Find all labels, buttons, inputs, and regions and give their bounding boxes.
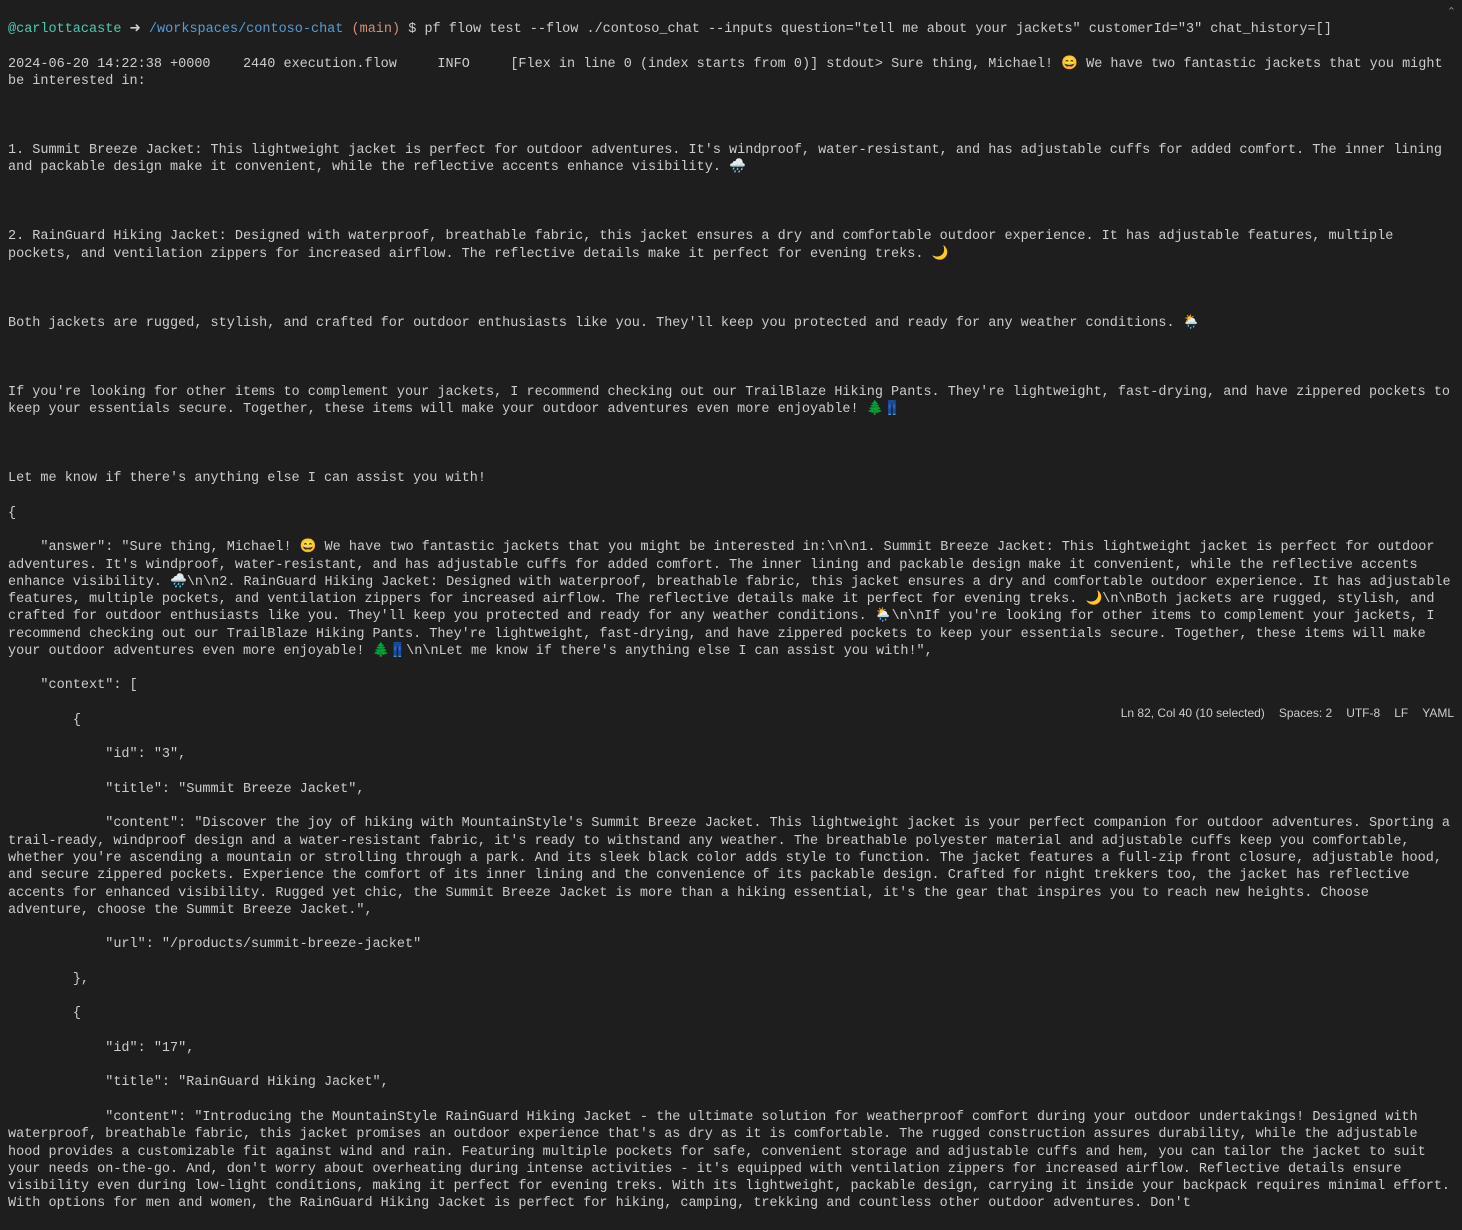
prompt-line: @carlottacaste ➜ /workspaces/contoso-cha…	[8, 21, 1454, 38]
log-header: 2024-06-20 14:22:38 +0000 2440 execution…	[8, 56, 1454, 91]
status-eol[interactable]: LF	[1394, 706, 1408, 721]
output-paragraph-4: If you're looking for other items to com…	[8, 384, 1454, 419]
json-item1-url: "url": "/products/summit-breeze-jacket"	[8, 936, 1454, 953]
blank-line	[8, 280, 1454, 297]
log-level: INFO	[437, 57, 469, 72]
json-context-open: "context": [	[8, 677, 1454, 694]
log-pid: 2440	[243, 57, 275, 72]
status-encoding[interactable]: UTF-8	[1346, 706, 1380, 721]
blank-line	[8, 349, 1454, 366]
prompt-path: /workspaces/contoso-chat	[149, 22, 343, 37]
json-item1-content: "content": "Discover the joy of hiking w…	[8, 815, 1454, 919]
blank-line	[8, 436, 1454, 453]
scroll-up-icon[interactable]: ⌃	[1447, 6, 1456, 20]
prompt-branch-open: (	[352, 22, 360, 37]
command-text: pf flow test --flow ./contoso_chat --inp…	[424, 22, 1331, 37]
json-item1-close: },	[8, 971, 1454, 988]
json-item1-title: "title": "Summit Breeze Jacket",	[8, 781, 1454, 798]
log-prefix: [Flex in line 0 (index starts from 0)] s…	[510, 57, 891, 72]
prompt-username: @carlottacaste	[8, 22, 121, 37]
prompt-branch: main	[360, 22, 392, 37]
output-paragraph-3: Both jackets are rugged, stylish, and cr…	[8, 315, 1454, 332]
json-item2-title: "title": "RainGuard Hiking Jacket",	[8, 1074, 1454, 1091]
json-item2-open: {	[8, 1005, 1454, 1022]
log-module: execution.flow	[283, 57, 396, 72]
json-answer: "answer": "Sure thing, Michael! 😄 We hav…	[8, 539, 1454, 660]
status-lang[interactable]: YAML	[1422, 706, 1454, 721]
status-ln-col[interactable]: Ln 82, Col 40 (10 selected)	[1121, 706, 1265, 721]
terminal-output[interactable]: @carlottacaste ➜ /workspaces/contoso-cha…	[8, 4, 1454, 1230]
status-bar: Ln 82, Col 40 (10 selected) Spaces: 2 UT…	[1121, 704, 1454, 723]
log-timestamp: 2024-06-20 14:22:38 +0000	[8, 57, 211, 72]
output-paragraph-2: 2. RainGuard Hiking Jacket: Designed wit…	[8, 228, 1454, 263]
status-spaces[interactable]: Spaces: 2	[1279, 706, 1332, 721]
output-paragraph-1: 1. Summit Breeze Jacket: This lightweigh…	[8, 142, 1454, 177]
json-item2-id: "id": "17",	[8, 1040, 1454, 1057]
prompt-branch-close: )	[392, 22, 400, 37]
blank-line	[8, 194, 1454, 211]
json-item1-id: "id": "3",	[8, 746, 1454, 763]
json-item2-content: "content": "Introducing the MountainStyl…	[8, 1109, 1454, 1213]
prompt-dollar: $	[408, 22, 416, 37]
json-open-brace: {	[8, 505, 1454, 522]
blank-line	[8, 108, 1454, 125]
output-paragraph-5: Let me know if there's anything else I c…	[8, 470, 1454, 487]
prompt-arrow: ➜	[130, 22, 141, 37]
